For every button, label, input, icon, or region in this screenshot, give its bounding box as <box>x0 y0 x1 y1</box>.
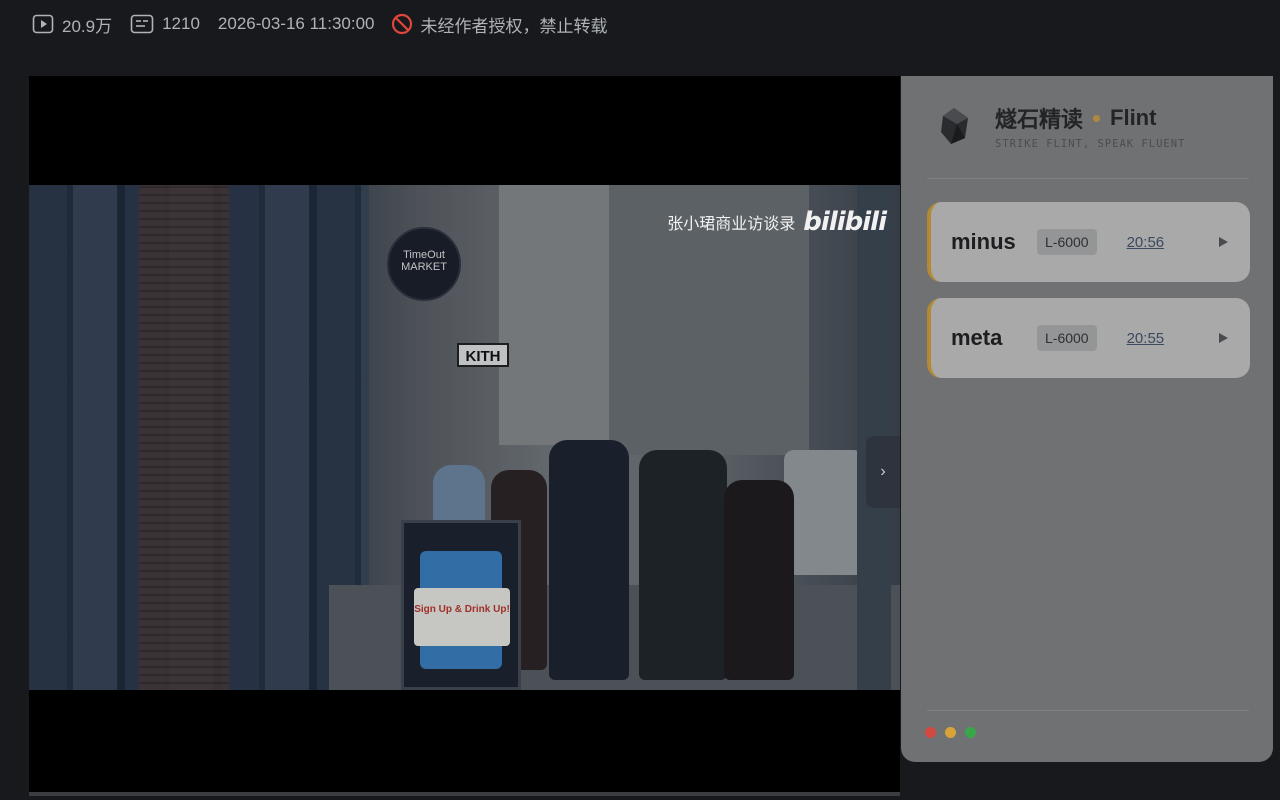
bilibili-logo: bilibili <box>803 207 887 237</box>
video-meta-bar: 20.9万 1210 2026-03-16 11:30:00 未经作者授权，禁止… <box>0 0 1280 48</box>
window-dots <box>925 727 976 738</box>
word-level-badge: L-6000 <box>1037 325 1097 351</box>
timestamp-link[interactable]: 20:55 <box>1127 330 1165 347</box>
word-text: minus <box>951 229 1016 254</box>
copyright-notice: 未经作者授权，禁止转载 <box>391 12 608 37</box>
chevron-right-icon: › <box>880 463 886 480</box>
publish-datetime: 2026-03-16 11:30:00 <box>217 14 375 33</box>
watermark-text: 张小珺商业访谈录 <box>667 214 796 233</box>
play-triangle-icon[interactable] <box>1219 333 1228 343</box>
panel-toggle-button[interactable]: › <box>866 436 900 508</box>
views-count: 20.9万 <box>62 16 113 36</box>
flint-stone-icon <box>937 106 971 146</box>
views-stat: 20.9万 <box>32 12 112 37</box>
brand-tagline: STRIKE FLINT, SPEAK FLUENT <box>995 138 1186 150</box>
word-text: meta <box>951 325 1003 350</box>
brand-cn: 燧石精读 <box>995 107 1084 132</box>
word-level-badge: L-6000 <box>1037 229 1097 255</box>
no-entry-icon <box>391 13 413 35</box>
word-card[interactable]: meta L-6000 20:55 <box>927 298 1250 378</box>
yellow-dot[interactable] <box>945 727 956 738</box>
word-card[interactable]: minus L-6000 20:56 <box>927 202 1250 282</box>
video-progress-bar[interactable] <box>29 792 900 796</box>
brand-title: 燧石精读 Flint <box>995 102 1185 134</box>
timestamp-link[interactable]: 20:56 <box>1127 234 1165 251</box>
header-divider <box>927 178 1249 179</box>
red-dot[interactable] <box>925 727 936 738</box>
copyright-text: 未经作者授权，禁止转载 <box>420 16 608 36</box>
flint-header: 燧石精读 Flint STRIKE FLINT, SPEAK FLUENT <box>937 102 1185 150</box>
danmaku-stat: 1210 <box>130 14 200 34</box>
footer-divider <box>927 710 1249 711</box>
danmaku-count: 1210 <box>162 14 200 33</box>
play-box-icon <box>32 14 54 34</box>
danmaku-icon <box>130 14 154 34</box>
video-player[interactable]: TimeOut MARKET KITH Sign Up & Drink Up! … <box>29 76 900 796</box>
brand-dot <box>1093 114 1101 122</box>
flint-sidebar: 燧石精读 Flint STRIKE FLINT, SPEAK FLUENT mi… <box>901 76 1273 762</box>
brand-en: Flint <box>1110 105 1157 130</box>
play-triangle-icon[interactable] <box>1219 237 1228 247</box>
video-frame[interactable]: TimeOut MARKET KITH Sign Up & Drink Up! … <box>29 185 900 690</box>
video-watermark: 张小珺商业访谈录 bilibili <box>667 207 887 237</box>
green-dot[interactable] <box>965 727 976 738</box>
